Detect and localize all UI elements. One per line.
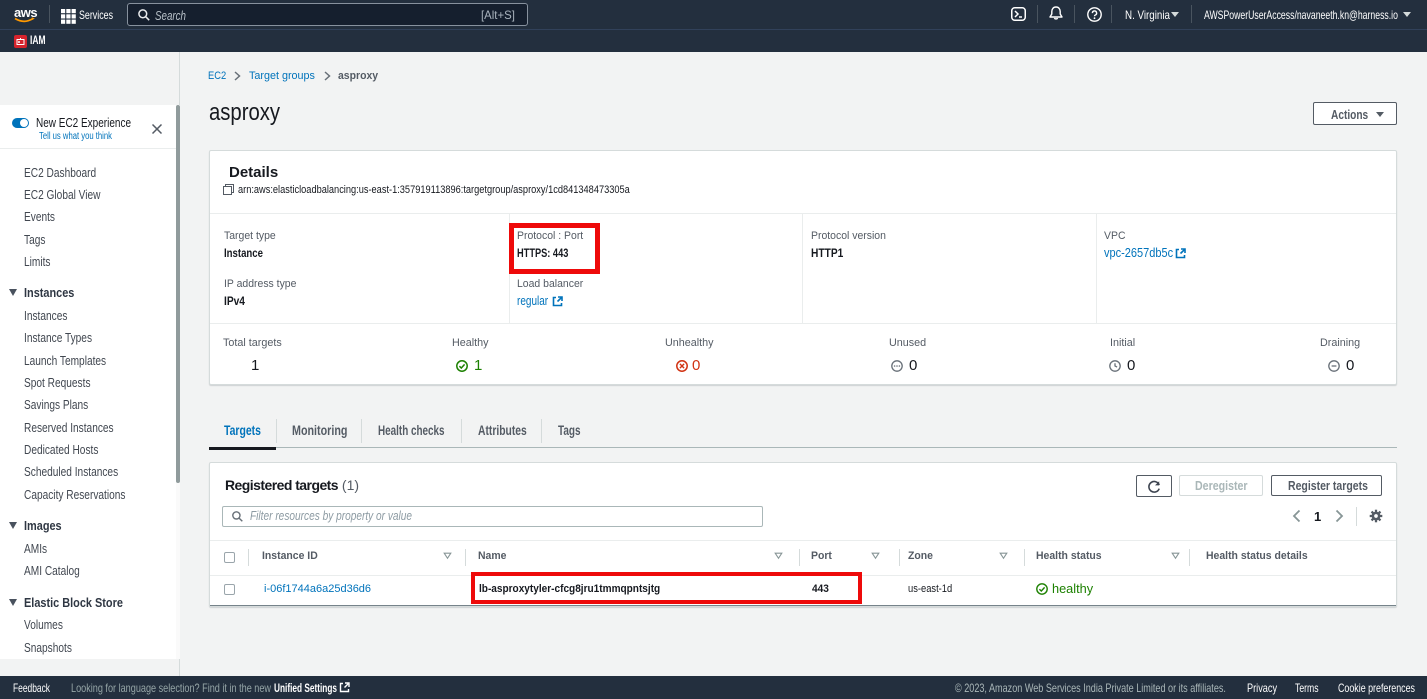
svg-text:aws: aws (14, 5, 37, 20)
